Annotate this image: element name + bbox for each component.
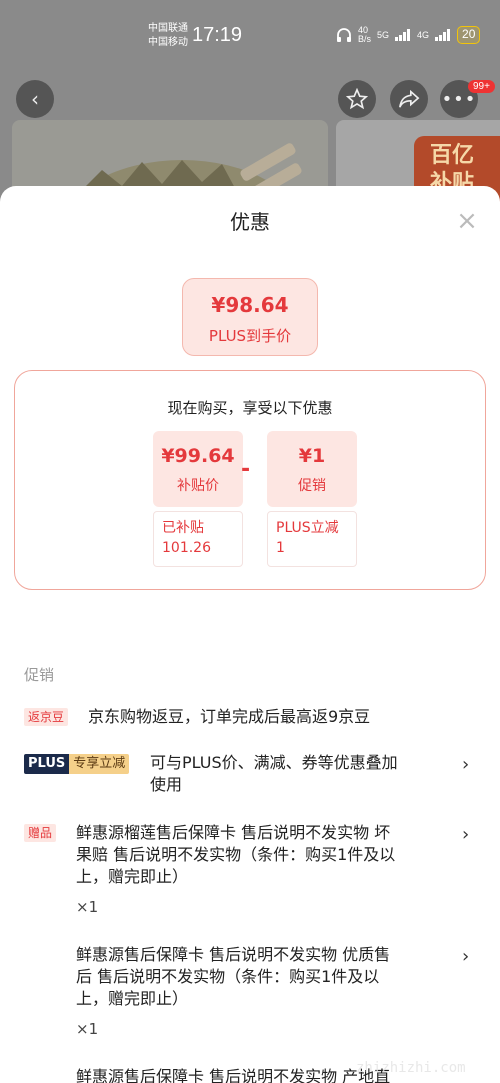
chevron-right-icon: › [462, 754, 470, 775]
gift-2-text-line-3: 上，赠完即止） [76, 989, 189, 1008]
plus-text-line-1: 可与PLUS价、满减、券等优惠叠加 [150, 753, 398, 772]
close-icon: × [456, 206, 478, 236]
subsidy-label: 补贴价 [177, 478, 219, 494]
signal-bars-icon [435, 29, 451, 41]
gift-2-text-line-1: 鲜惠源售后保障卡 售后说明不发实物 优质售 [76, 945, 391, 964]
promo-note-line-1: PLUS立减 [276, 520, 339, 536]
promo-item-jingdou: 返京豆 京东购物返豆，订单完成后最高返9京豆 [24, 706, 484, 732]
favorite-button[interactable] [338, 80, 376, 118]
jingdou-tag: 返京豆 [24, 708, 69, 726]
panel-heading: 现在购买，享受以下优惠 [167, 399, 333, 417]
promo-value: ¥1 [298, 445, 326, 467]
plus-tag-a: PLUS [24, 754, 70, 774]
signal-4g-label: 4G [417, 30, 430, 40]
signal-5g-label: 5G [377, 30, 390, 40]
battery-indicator: 20 [457, 26, 481, 44]
close-button[interactable]: × [456, 208, 478, 234]
carrier-labels: 中国联通 中国移动 [148, 22, 188, 50]
minus-sign: - [241, 457, 251, 482]
promo-note: PLUS立减 1 [267, 511, 357, 567]
promo-tag-line-1: 百亿 [430, 143, 475, 168]
share-button[interactable] [390, 80, 428, 118]
plus-text-line-2: 使用 [150, 775, 183, 794]
promo-label: 促销 [298, 478, 326, 494]
gift-1-text-line-2: 果赔 售后说明不发实物（条件：购买1件及以 [76, 845, 396, 864]
subsidy-note-line-1: 已补贴 [162, 520, 204, 536]
promo-item-plus[interactable]: PLUS 专享立减 可与PLUS价、满减、券等优惠叠加 使用 › [24, 752, 484, 802]
status-bar: 中国联通 中国移动 17:19 40 B/s 5G 4G 20 [0, 0, 500, 70]
chevron-right-icon: › [462, 824, 470, 845]
subsidy-price: ¥99.64 [161, 445, 235, 467]
gift-tag: 赠品 [24, 824, 57, 842]
subsidy-note: 已补贴 101.26 [153, 511, 243, 567]
promo-item-gift-1[interactable]: 赠品 鲜惠源榴莲售后保障卡 售后说明不发实物 坏 果赔 售后说明不发实物（条件：… [24, 822, 484, 922]
price-breakdown-panel: 现在购买，享受以下优惠 ¥99.64 补贴价 已补贴 101.26 - ¥1 促… [14, 370, 486, 590]
final-price: ¥98.64 [211, 293, 289, 317]
net-speed: 40 B/s [358, 25, 372, 44]
gift-1-quantity: ×1 [76, 898, 99, 916]
chevron-right-icon: › [462, 946, 470, 967]
watermark-char: 值 [352, 1000, 396, 1056]
final-price-pill: ¥98.64 PLUS到手价 [182, 278, 318, 356]
star-icon [346, 88, 368, 110]
subsidy-note-line-2: 101.26 [162, 540, 211, 556]
watermark-char: 值 [452, 1000, 496, 1056]
status-icons: 40 B/s 5G 4G 20 [336, 25, 481, 44]
discount-sheet: 优惠 × ¥98.64 PLUS到手价 现在购买，享受以下优惠 ¥99.64 补… [0, 186, 500, 1083]
gift-3-text-line-1: 鲜惠源售后保障卡 售后说明不发实物 产地直 [76, 1067, 391, 1083]
jingdou-text: 京东购物返豆，订单完成后最高返9京豆 [88, 707, 371, 726]
sheet-title: 优惠 [230, 210, 270, 234]
carrier-1: 中国联通 [148, 23, 188, 34]
gift-2-quantity: ×1 [76, 1020, 99, 1038]
signal-bars-icon [395, 29, 411, 41]
site-watermark: 值 值 值 zhizhizhi.com [350, 1000, 500, 1083]
message-badge: 99+ [468, 80, 495, 93]
gift-2-text-line-2: 后 售后说明不发实物（条件：购买1件及以 [76, 967, 380, 986]
plus-tag-b: 专享立减 [69, 754, 130, 774]
promo-box: ¥1 促销 [267, 431, 357, 507]
plus-tag: PLUS 专享立减 [24, 754, 130, 774]
gift-1-text-line-1: 鲜惠源榴莲售后保障卡 售后说明不发实物 坏 [76, 823, 391, 842]
final-price-label: PLUS到手价 [208, 327, 292, 345]
share-arrow-icon [399, 89, 420, 108]
back-button[interactable]: ‹ [16, 80, 54, 118]
chevron-left-icon: ‹ [31, 87, 39, 111]
carrier-2: 中国移动 [148, 37, 188, 48]
watermark-url: zhizhizhi.com [356, 1060, 466, 1076]
watermark-char: 值 [402, 1000, 446, 1056]
promotions-section-title: 促销 [24, 666, 55, 684]
gift-1-text-line-3: 上，赠完即止） [76, 867, 189, 886]
promo-note-line-2: 1 [276, 540, 285, 556]
subsidy-price-box: ¥99.64 补贴价 [153, 431, 243, 507]
clock: 17:19 [192, 24, 243, 46]
headphones-icon [337, 28, 351, 42]
